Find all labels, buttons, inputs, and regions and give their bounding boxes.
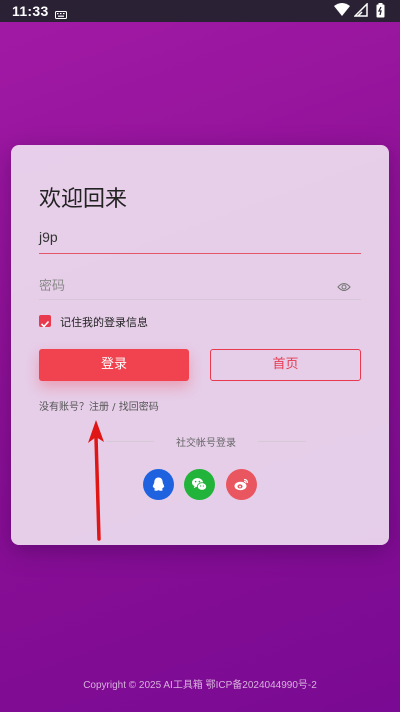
login-card: 欢迎回来 j9p 密码 记住我的登录信息 登录 首页 没有账号？注册 / 找回密… (11, 145, 389, 545)
home-button[interactable]: 首页 (210, 349, 361, 381)
divider-line-left (106, 441, 154, 442)
battery-icon (376, 3, 385, 23)
link-separator: / (109, 402, 119, 413)
account-links: 没有账号？注册 / 找回密码 (39, 398, 159, 413)
register-link[interactable]: 注册 (89, 398, 109, 413)
divider-line-right (258, 441, 306, 442)
password-input[interactable]: 密码 (39, 275, 361, 300)
login-button[interactable]: 登录 (39, 349, 189, 381)
keyboard-icon (55, 6, 67, 24)
wechat-icon (192, 478, 207, 491)
weibo-icon (234, 478, 249, 491)
red-arrow-annotation (88, 420, 104, 541)
qq-login-button[interactable] (143, 469, 174, 500)
status-bar: 11:33 (0, 0, 400, 22)
remember-label: 记住我的登录信息 (60, 316, 148, 329)
username-input[interactable]: j9p (39, 229, 361, 254)
social-title: 社交帐号登录 (176, 438, 236, 449)
wifi-icon (334, 3, 350, 22)
weibo-login-button[interactable] (226, 469, 257, 500)
footer-copyright: Copyright © 2025 AI工具箱 鄂ICP备2024044990号-… (83, 680, 317, 691)
page-title: 欢迎回来 (39, 187, 128, 212)
qq-icon (152, 477, 165, 491)
remember-checkbox[interactable] (39, 315, 51, 328)
eye-icon[interactable] (337, 277, 351, 296)
username-value: j9p (39, 229, 58, 245)
password-placeholder: 密码 (39, 279, 66, 294)
social-divider: 社交帐号登录 (106, 434, 306, 449)
wechat-login-button[interactable] (184, 469, 215, 500)
no-account-text: 没有账号？ (39, 402, 89, 413)
status-time: 11:33 (12, 3, 49, 19)
signal-icon (353, 2, 368, 22)
forgot-password-link[interactable]: 找回密码 (119, 398, 159, 413)
